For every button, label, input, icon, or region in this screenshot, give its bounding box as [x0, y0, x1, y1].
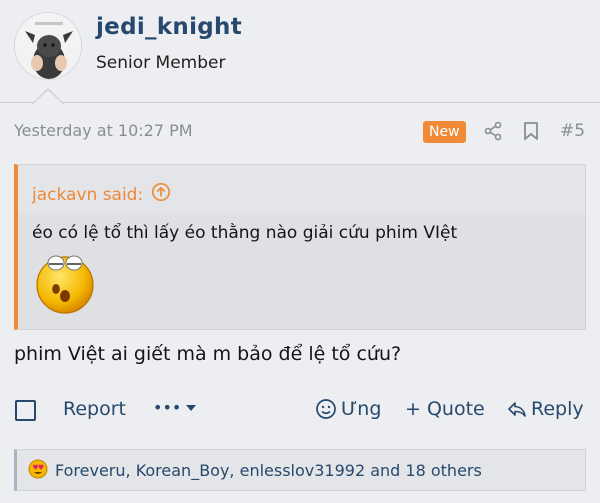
- quote-label: + Quote: [405, 398, 485, 420]
- quote-content: éo có lệ tổ thì lấy éo thằng nào giải cứ…: [18, 213, 585, 329]
- post-number-link[interactable]: #5: [560, 121, 585, 141]
- message-user-header: jedi_knight Senior Member: [0, 0, 600, 103]
- header-pointer-arrow-inner: [33, 90, 63, 104]
- quote-header[interactable]: jackavn said:: [18, 165, 585, 213]
- post-timestamp[interactable]: Yesterday at 10:27 PM: [14, 121, 193, 140]
- caret-down-icon: [185, 403, 197, 413]
- react-label: Ưng: [341, 398, 382, 420]
- reply-arrow-icon: [507, 399, 527, 419]
- select-checkbox[interactable]: [15, 400, 36, 421]
- arrow-up-circle-icon[interactable]: [151, 182, 171, 207]
- reactions-summary[interactable]: Foreveru, Korean_Boy, enlesslov31992 and…: [14, 449, 586, 491]
- react-button[interactable]: Ưng: [315, 398, 381, 420]
- report-button[interactable]: Report: [63, 398, 126, 420]
- bookmark-icon[interactable]: [522, 121, 540, 141]
- post-text: phim Việt ai giết mà m bảo để lệ tổ cứu?: [14, 343, 402, 365]
- new-badge: New: [423, 121, 466, 143]
- quote-button[interactable]: + Quote: [405, 398, 485, 420]
- quote-author[interactable]: jackavn said:: [32, 185, 143, 205]
- post-actions-bar: Report ••• Ưng + Quote Reply: [0, 396, 600, 426]
- reply-button[interactable]: Reply: [507, 398, 584, 420]
- surprised-emoji-icon: [32, 249, 98, 315]
- avatar[interactable]: [14, 12, 82, 80]
- quote-text: éo có lệ tổ thì lấy éo thằng nào giải cứ…: [32, 223, 458, 243]
- heart-eyes-emoji-icon: [27, 457, 49, 483]
- share-icon[interactable]: [483, 121, 503, 141]
- quote-block: jackavn said: éo có lệ tổ thì lấy éo thằ…: [14, 164, 586, 330]
- reply-label: Reply: [531, 398, 584, 420]
- smile-react-icon: [315, 398, 337, 420]
- report-label: Report: [63, 398, 126, 420]
- username-link[interactable]: jedi_knight: [96, 14, 242, 40]
- more-options-button[interactable]: •••: [153, 398, 197, 417]
- user-title: Senior Member: [96, 53, 226, 73]
- more-dots-icon: •••: [153, 398, 182, 417]
- reactions-text[interactable]: Foreveru, Korean_Boy, enlesslov31992 and…: [55, 461, 482, 480]
